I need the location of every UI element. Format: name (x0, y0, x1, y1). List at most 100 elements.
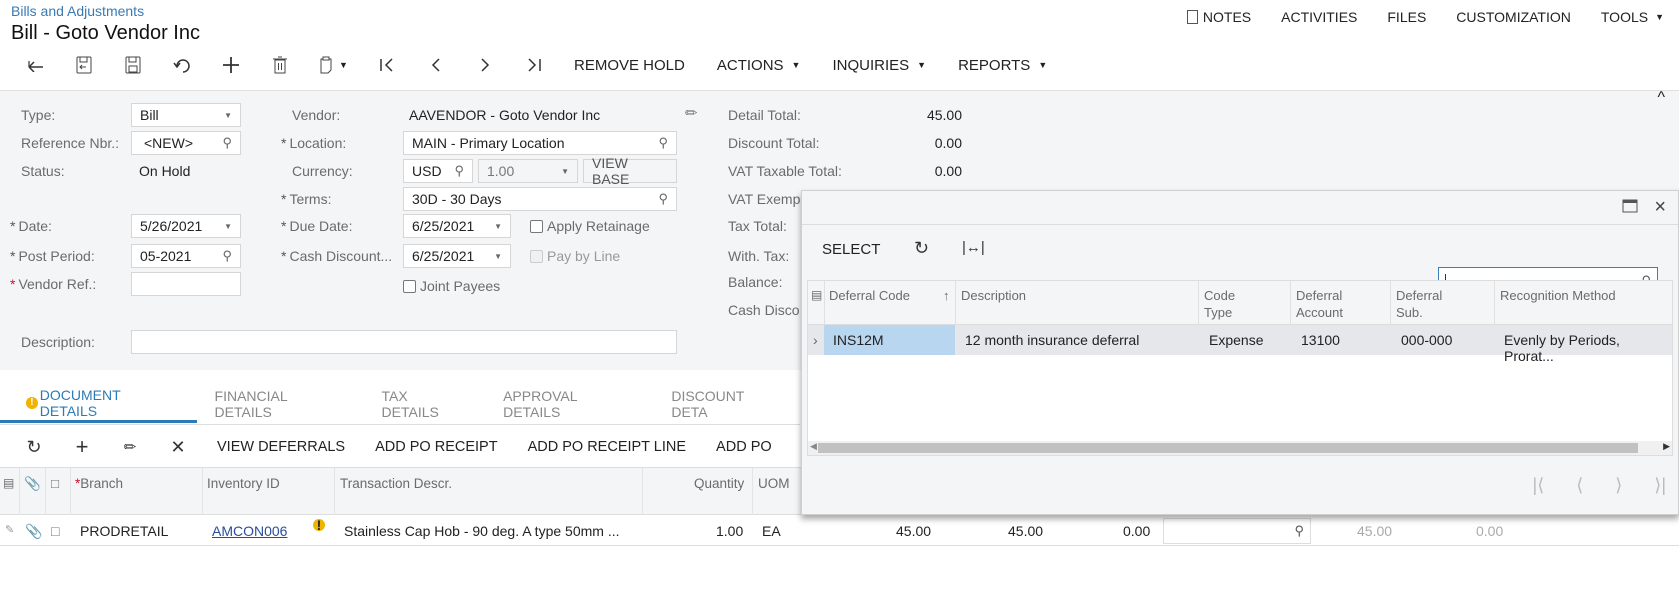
collapse-icon[interactable]: ^ (1657, 89, 1665, 107)
breadcrumb[interactable]: Bills and Adjustments (11, 3, 144, 19)
amount-cell-1[interactable]: 45.00 (896, 523, 931, 539)
clipboard-icon[interactable]: ▼ (304, 50, 362, 80)
uom-header[interactable]: UOM (758, 476, 790, 491)
apply-retainage-checkbox[interactable]: Apply Retainage (530, 218, 650, 234)
deferral-code-header[interactable]: Deferral Code (829, 287, 910, 304)
next-page-icon[interactable]: ⟩ (1615, 475, 1622, 496)
vendor-ref-field[interactable] (131, 272, 241, 296)
table-row[interactable]: ✎ 📎 □ PRODRETAIL AMCON006 ! Stainless Ca… (0, 516, 1679, 546)
add-row-icon[interactable]: + (58, 434, 106, 460)
remove-hold-button[interactable]: REMOVE HOLD (558, 50, 701, 80)
checkbox-box[interactable] (530, 249, 543, 263)
search-icon[interactable]: ⚲ (454, 163, 464, 179)
notes-button[interactable]: NOTES (1172, 7, 1266, 27)
close-icon[interactable]: × (1654, 196, 1666, 219)
table-row[interactable]: › INS12M 12 month insurance deferral Exp… (808, 325, 1672, 364)
reference-nbr-field[interactable]: <NEW> ⚲ (131, 131, 241, 155)
amount-cell-3[interactable]: 0.00 (1123, 523, 1150, 539)
type-select[interactable]: Bill ▼ (131, 103, 241, 127)
lookup-cell[interactable]: ⚲ (1163, 518, 1311, 544)
branch-cell[interactable]: PRODRETAIL (80, 523, 168, 539)
inventory-id-header[interactable]: Inventory ID (207, 476, 280, 491)
delete-row-icon[interactable]: ✕ (154, 437, 202, 458)
edit-icon[interactable]: ✏ (106, 438, 154, 456)
checkbox-box[interactable] (403, 279, 416, 293)
actions-menu[interactable]: ACTIONS ▼ (701, 50, 817, 80)
description-cell[interactable]: 12 month insurance deferral (965, 332, 1139, 348)
last-record-icon[interactable] (509, 50, 558, 80)
add-po-button[interactable]: ADD PO (701, 439, 787, 455)
fit-columns-icon[interactable]: |↔| (962, 239, 985, 256)
tools-menu[interactable]: TOOLS ▼ (1586, 7, 1679, 27)
tab-document-details[interactable]: ! DOCUMENT DETAILS (0, 385, 197, 423)
code-type-cell[interactable]: Expense (1209, 332, 1263, 348)
amount-cell-2[interactable]: 45.00 (1008, 523, 1043, 539)
scroll-right-icon[interactable]: ▶ (1663, 441, 1670, 452)
quantity-header[interactable]: Quantity (694, 476, 744, 491)
search-icon[interactable]: ⚲ (658, 135, 668, 151)
terms-field[interactable]: 30D - 30 Days ⚲ (403, 187, 677, 211)
tab-financial-details[interactable]: FINANCIAL DETAILS (197, 385, 364, 423)
cash-discount-date-field[interactable]: 6/25/2021 ▼ (403, 244, 511, 268)
location-field[interactable]: MAIN - Primary Location ⚲ (403, 131, 677, 155)
deferral-account-cell[interactable]: 13100 (1301, 332, 1340, 348)
deferral-account-header[interactable]: Deferral Account (1296, 287, 1366, 321)
search-icon[interactable]: ⚲ (222, 248, 232, 264)
undo-icon[interactable] (157, 50, 206, 80)
view-deferrals-button[interactable]: VIEW DEFERRALS (202, 439, 360, 455)
search-icon[interactable]: ⚲ (1294, 523, 1304, 539)
tab-discount-details[interactable]: DISCOUNT DETA (653, 385, 800, 423)
search-icon[interactable]: ⚲ (658, 191, 668, 207)
tab-tax-details[interactable]: TAX DETAILS (364, 385, 486, 423)
first-record-icon[interactable] (362, 50, 411, 80)
branch-header[interactable]: *Branch (75, 476, 123, 491)
edit-pencil-icon[interactable]: ✏ (685, 104, 698, 122)
search-icon[interactable]: ⚲ (222, 135, 232, 151)
add-po-receipt-button[interactable]: ADD PO RECEIPT (360, 439, 512, 455)
pay-by-line-checkbox[interactable]: Pay by Line (530, 248, 620, 264)
maximize-icon[interactable] (1622, 199, 1638, 218)
prev-record-icon[interactable] (411, 50, 460, 80)
transaction-descr-header[interactable]: Transaction Descr. (340, 476, 452, 491)
joint-payees-checkbox[interactable]: Joint Payees (403, 278, 500, 294)
customization-button[interactable]: CUSTOMIZATION (1441, 7, 1586, 27)
recognition-method-header[interactable]: Recognition Method (1500, 287, 1616, 304)
deferral-code-cell[interactable]: INS12M (833, 332, 884, 348)
post-period-field[interactable]: 05-2021 ⚲ (131, 244, 241, 268)
transaction-descr-cell[interactable]: Stainless Cap Hob - 90 deg. A type 50mm … (344, 523, 619, 539)
rate-field[interactable]: 1.00 ▼ (478, 159, 578, 183)
date-field[interactable]: 5/26/2021 ▼ (131, 214, 241, 238)
code-type-header[interactable]: Code Type (1204, 287, 1264, 321)
vendor-value[interactable]: AAVENDOR - Goto Vendor Inc (409, 107, 600, 123)
add-po-receipt-line-button[interactable]: ADD PO RECEIPT LINE (513, 439, 701, 455)
description-field[interactable] (131, 330, 677, 354)
activities-button[interactable]: ACTIVITIES (1266, 7, 1372, 27)
save-icon[interactable] (108, 50, 157, 80)
prev-page-icon[interactable]: ⟨ (1576, 475, 1583, 496)
horizontal-scrollbar[interactable]: ◀ ▶ (808, 441, 1672, 455)
uom-cell[interactable]: EA (762, 523, 781, 539)
back-icon[interactable] (10, 50, 59, 80)
attachment-icon[interactable]: 📎 (25, 523, 42, 540)
reports-menu[interactable]: REPORTS ▼ (942, 50, 1063, 80)
select-button[interactable]: SELECT (822, 241, 880, 258)
refresh-icon[interactable]: ↻ (10, 437, 58, 458)
add-icon[interactable] (206, 50, 255, 80)
files-button[interactable]: FILES (1372, 7, 1441, 27)
refresh-icon[interactable]: ↻ (914, 238, 929, 259)
first-page-icon[interactable]: |⟨ (1533, 475, 1545, 496)
next-record-icon[interactable] (460, 50, 509, 80)
currency-field[interactable]: USD ⚲ (403, 159, 473, 183)
recognition-method-cell[interactable]: Evenly by Periods, Prorat... (1504, 332, 1672, 364)
description-header[interactable]: Description (961, 287, 1026, 304)
due-date-field[interactable]: 6/25/2021 ▼ (403, 214, 511, 238)
deferral-sub-cell[interactable]: 000-000 (1401, 332, 1452, 348)
delete-icon[interactable] (255, 50, 304, 80)
note-icon[interactable]: □ (51, 523, 59, 539)
scrollbar-thumb[interactable] (818, 443, 1638, 453)
deferral-sub-header[interactable]: Deferral Sub. (1396, 287, 1456, 321)
quantity-cell[interactable]: 1.00 (716, 523, 743, 539)
last-page-icon[interactable]: ⟩| (1654, 475, 1666, 496)
scroll-left-icon[interactable]: ◀ (810, 441, 817, 452)
column-config-icon[interactable]: ▤ (3, 476, 14, 490)
